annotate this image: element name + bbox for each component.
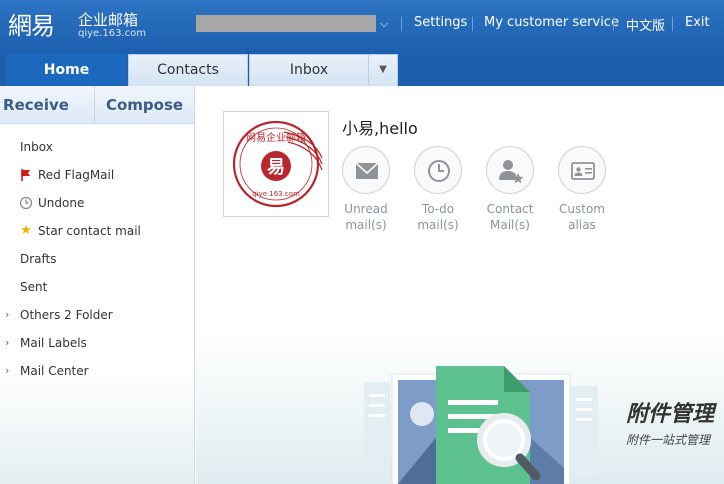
sidebar-background-fade	[0, 371, 194, 484]
greeting: 小易,hello	[342, 119, 418, 138]
tabs-more-chevron-icon[interactable]: ▼	[368, 54, 398, 86]
quick-action-label: Custom	[559, 202, 605, 216]
sidebar: Receive Compose Inbox Red FlagMail Undon…	[0, 86, 195, 484]
divider	[472, 17, 473, 31]
quick-action-label: Unread	[344, 202, 388, 216]
sidebar-item-mail-center[interactable]: › Mail Center	[0, 357, 194, 385]
sidebar-item-label: Undone	[38, 196, 85, 210]
sidebar-item-inbox[interactable]: Inbox	[0, 133, 194, 161]
stamp-text-top: 网易企业邮箱	[246, 131, 306, 144]
sidebar-item-label: Sent	[20, 280, 48, 294]
quick-contact-mail[interactable]: Contact Mail(s)	[480, 146, 540, 233]
logo-mark: 網易	[8, 12, 55, 40]
tab-contacts[interactable]: Contacts	[128, 54, 248, 86]
quick-custom-alias[interactable]: Custom alias	[552, 146, 612, 233]
quick-unread-mail[interactable]: Unread mail(s)	[336, 146, 396, 233]
sidebar-item-red-flag[interactable]: Red FlagMail	[0, 161, 194, 189]
tab-inbox[interactable]: Inbox	[249, 54, 369, 86]
quick-action-label: alias	[568, 218, 596, 232]
svg-text:易: 易	[267, 157, 285, 178]
sidebar-item-star-contact[interactable]: ★ Star contact mail	[0, 217, 194, 245]
promo-title: 附件管理	[626, 402, 715, 427]
clock-icon[interactable]	[414, 146, 462, 194]
promo-subtitle: 附件一站式管理	[626, 433, 711, 447]
stamp-text-bottom: qiye.163.com	[252, 190, 300, 198]
exit-link[interactable]: Exit	[685, 15, 710, 30]
divider	[672, 17, 673, 31]
tab-home[interactable]: Home	[6, 54, 127, 86]
sidebar-item-label: Inbox	[20, 140, 53, 154]
star-icon: ★	[20, 223, 32, 238]
sidebar-item-drafts[interactable]: Drafts	[0, 245, 194, 273]
attachment-management-illustration	[364, 366, 598, 484]
avatar[interactable]: 易 网易企业邮箱 qiye.163.com	[223, 111, 329, 217]
sidebar-item-label: Red FlagMail	[38, 168, 115, 182]
customer-service-link[interactable]: My customer service	[484, 15, 619, 30]
sidebar-item-other-folders[interactable]: › Others 2 Folder	[0, 301, 194, 329]
logo[interactable]: 網易 企业邮箱 qiye.163.com	[8, 6, 148, 44]
compose-button[interactable]: Compose	[95, 86, 194, 124]
chevron-right-icon[interactable]: ›	[5, 357, 9, 385]
chevron-right-icon[interactable]: ›	[5, 301, 9, 329]
settings-link[interactable]: Settings	[414, 15, 467, 30]
receive-button[interactable]: Receive	[0, 86, 72, 124]
sidebar-item-label: Mail Labels	[20, 336, 87, 350]
envelope-icon[interactable]	[342, 146, 390, 194]
top-header: 網易 企业邮箱 qiye.163.com ⌵ Settings My custo…	[0, 0, 724, 54]
sidebar-item-label: Others 2 Folder	[20, 308, 113, 322]
tab-bar: Home Contacts Inbox ▼	[0, 54, 724, 86]
account-name-redacted[interactable]	[196, 15, 376, 32]
main-panel: 易 网易企业邮箱 qiye.163.com 小易,hello Unread mai…	[196, 86, 724, 484]
mail-stamp-logo: 易 网易企业邮箱 qiye.163.com	[232, 120, 323, 208]
mail-action-bar: Receive Compose	[0, 86, 194, 124]
quick-action-label: mail(s)	[345, 218, 387, 232]
logo-domain: qiye.163.com	[78, 28, 146, 39]
quick-action-label: Mail(s)	[490, 218, 530, 232]
quick-action-label: Contact	[486, 202, 534, 216]
chevron-down-icon[interactable]: ⌵	[380, 17, 388, 31]
sidebar-item-undone[interactable]: Undone	[0, 189, 194, 217]
sidebar-item-label: Drafts	[20, 252, 57, 266]
quick-action-label: To-do	[421, 202, 455, 216]
chevron-right-icon[interactable]: ›	[5, 329, 9, 357]
divider	[613, 17, 614, 31]
divider	[401, 17, 402, 31]
id-card-icon[interactable]	[558, 146, 606, 194]
logo-title: 企业邮箱	[78, 11, 139, 29]
quick-action-label: mail(s)	[417, 218, 459, 232]
quick-todo-mail[interactable]: To-do mail(s)	[408, 146, 468, 233]
sidebar-item-sent[interactable]: Sent	[0, 273, 194, 301]
sidebar-item-mail-labels[interactable]: › Mail Labels	[0, 329, 194, 357]
language-link[interactable]: 中文版	[626, 15, 665, 34]
contact-star-icon[interactable]	[486, 146, 534, 194]
sidebar-item-label: Star contact mail	[38, 224, 141, 238]
sidebar-item-label: Mail Center	[20, 364, 89, 378]
